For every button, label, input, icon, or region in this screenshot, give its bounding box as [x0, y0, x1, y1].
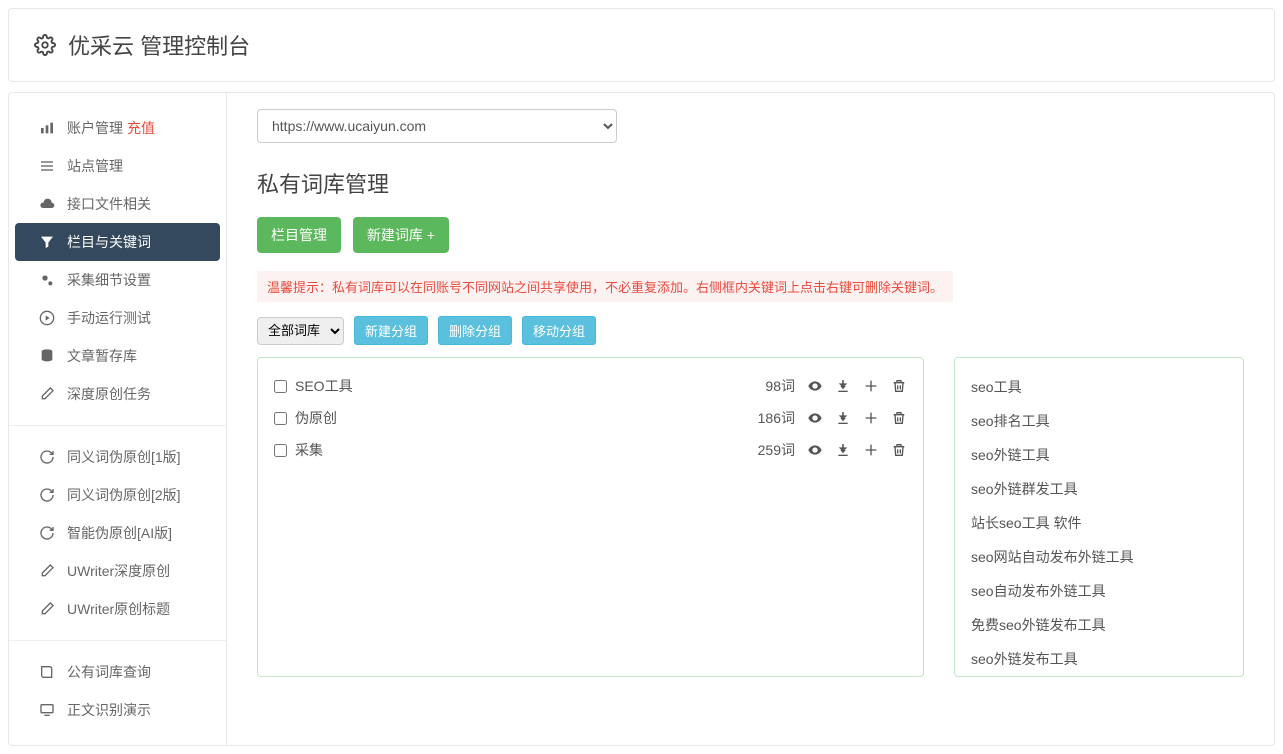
group-name[interactable]: 伪原创 [295, 408, 337, 428]
sidebar: 账户管理 充值 站点管理 接口文件相关 栏目与关键词 采集细节设置 手动运 [9, 93, 227, 745]
book-icon [39, 664, 55, 680]
sidebar-item-sites[interactable]: 站点管理 [9, 147, 226, 185]
page-title: 私有词库管理 [257, 167, 1244, 199]
header-title: 优采云 管理控制台 [68, 29, 250, 61]
edit-icon [39, 601, 55, 617]
trash-icon[interactable] [891, 410, 907, 426]
group-checkbox[interactable] [274, 412, 287, 425]
sidebar-item-account[interactable]: 账户管理 充值 [9, 109, 226, 147]
keyword-item[interactable]: seo排名工具 [971, 404, 1227, 438]
sidebar-item-demo[interactable]: 正文识别演示 [9, 691, 226, 729]
eye-icon[interactable] [807, 442, 823, 458]
trash-icon[interactable] [891, 442, 907, 458]
sidebar-item-storage[interactable]: 文章暂存库 [9, 337, 226, 375]
sidebar-item-public[interactable]: 公有词库查询 [9, 653, 226, 691]
keyword-item[interactable]: seo外链工具 [971, 438, 1227, 472]
sidebar-item-api[interactable]: 接口文件相关 [9, 185, 226, 223]
keywords-panel: seo工具seo排名工具seo外链工具seo外链群发工具站长seo工具 软件se… [954, 357, 1244, 677]
sidebar-item-collect[interactable]: 采集细节设置 [9, 261, 226, 299]
divider [9, 425, 226, 426]
bar-chart-icon [39, 120, 55, 136]
sidebar-item-label: 同义词伪原创[1版] [67, 447, 181, 467]
keyword-item[interactable]: seo外链发布工具 [971, 642, 1227, 676]
sidebar-item-label: 同义词伪原创[2版] [67, 485, 181, 505]
sidebar-item-label: 智能伪原创[AI版] [67, 523, 172, 543]
list-icon [39, 158, 55, 174]
column-manage-button[interactable]: 栏目管理 [257, 217, 341, 253]
keyword-item[interactable]: seo外链群发工具 [971, 472, 1227, 506]
monitor-icon [39, 702, 55, 718]
database-icon [39, 348, 55, 364]
refresh-icon [39, 487, 55, 503]
keyword-item[interactable]: seo网站自动发布外链工具 [971, 540, 1227, 574]
sidebar-item-label: UWriter深度原创 [67, 561, 170, 581]
groups-panel: SEO工具 98词伪原创 186词采集 259词 [257, 357, 924, 677]
refresh-icon [39, 449, 55, 465]
sidebar-item-deep[interactable]: 深度原创任务 [9, 375, 226, 413]
sidebar-item-label: 采集细节设置 [67, 270, 151, 290]
tip-text: 温馨提示：私有词库可以在同账号不同网站之间共享使用，不必重复添加。右侧框内关键词… [257, 271, 953, 302]
keyword-item[interactable]: seo自动发布外链工具 [971, 574, 1227, 608]
content: https://www.ucaiyun.com 私有词库管理 栏目管理 新建词库… [227, 93, 1274, 745]
sidebar-item-syn1[interactable]: 同义词伪原创[1版] [9, 438, 226, 476]
edit-icon [39, 563, 55, 579]
sidebar-item-uwriter[interactable]: UWriter深度原创 [9, 552, 226, 590]
trash-icon[interactable] [891, 378, 907, 394]
download-icon[interactable] [835, 410, 851, 426]
group-count: 259词 [758, 440, 795, 460]
sidebar-item-label: 正文识别演示 [67, 700, 151, 720]
sidebar-item-ai[interactable]: 智能伪原创[AI版] [9, 514, 226, 552]
keyword-item[interactable]: 百度seo站长工具 [971, 676, 1227, 677]
play-icon [39, 310, 55, 326]
edit-icon [39, 386, 55, 402]
group-checkbox[interactable] [274, 444, 287, 457]
keyword-item[interactable]: 站长seo工具 软件 [971, 506, 1227, 540]
sidebar-item-keywords[interactable]: 栏目与关键词 [15, 223, 220, 261]
group-name[interactable]: 采集 [295, 440, 323, 460]
group-row: 伪原创 186词 [274, 402, 907, 434]
sidebar-item-label: 深度原创任务 [67, 384, 151, 404]
sidebar-item-label: 文章暂存库 [67, 346, 137, 366]
group-row: SEO工具 98词 [274, 370, 907, 402]
keyword-item[interactable]: seo工具 [971, 370, 1227, 404]
group-name[interactable]: SEO工具 [295, 376, 353, 396]
sidebar-item-label: UWriter原创标题 [67, 599, 170, 619]
group-filter-select[interactable]: 全部词库 [257, 317, 344, 345]
new-lexicon-button[interactable]: 新建词库 + [353, 217, 449, 253]
group-checkbox[interactable] [274, 380, 287, 393]
plus-icon[interactable] [863, 410, 879, 426]
group-count: 98词 [765, 376, 795, 396]
sidebar-item-syn2[interactable]: 同义词伪原创[2版] [9, 476, 226, 514]
sidebar-item-utitle[interactable]: UWriter原创标题 [9, 590, 226, 628]
recharge-badge: 充值 [127, 118, 155, 138]
keyword-item[interactable]: 免费seo外链发布工具 [971, 608, 1227, 642]
gear-icon [34, 34, 56, 56]
site-select[interactable]: https://www.ucaiyun.com [257, 109, 617, 143]
sidebar-item-label: 栏目与关键词 [67, 232, 151, 252]
move-group-button[interactable]: 移动分组 [522, 316, 596, 345]
cloud-icon [39, 196, 55, 212]
header: 优采云 管理控制台 [8, 8, 1275, 82]
plus-icon[interactable] [863, 442, 879, 458]
group-row: 采集 259词 [274, 434, 907, 466]
sidebar-item-label: 接口文件相关 [67, 194, 151, 214]
eye-icon[interactable] [807, 410, 823, 426]
download-icon[interactable] [835, 442, 851, 458]
eye-icon[interactable] [807, 378, 823, 394]
group-count: 186词 [758, 408, 795, 428]
sidebar-item-manual[interactable]: 手动运行测试 [9, 299, 226, 337]
sidebar-item-label: 站点管理 [67, 156, 123, 176]
delete-group-button[interactable]: 删除分组 [438, 316, 512, 345]
refresh-icon [39, 525, 55, 541]
plus-icon[interactable] [863, 378, 879, 394]
download-icon[interactable] [835, 378, 851, 394]
new-group-button[interactable]: 新建分组 [354, 316, 428, 345]
sidebar-item-label: 手动运行测试 [67, 308, 151, 328]
sidebar-item-label: 公有词库查询 [67, 662, 151, 682]
sidebar-item-label: 账户管理 [67, 118, 123, 138]
cogs-icon [39, 272, 55, 288]
divider [9, 640, 226, 641]
filter-icon [39, 234, 55, 250]
